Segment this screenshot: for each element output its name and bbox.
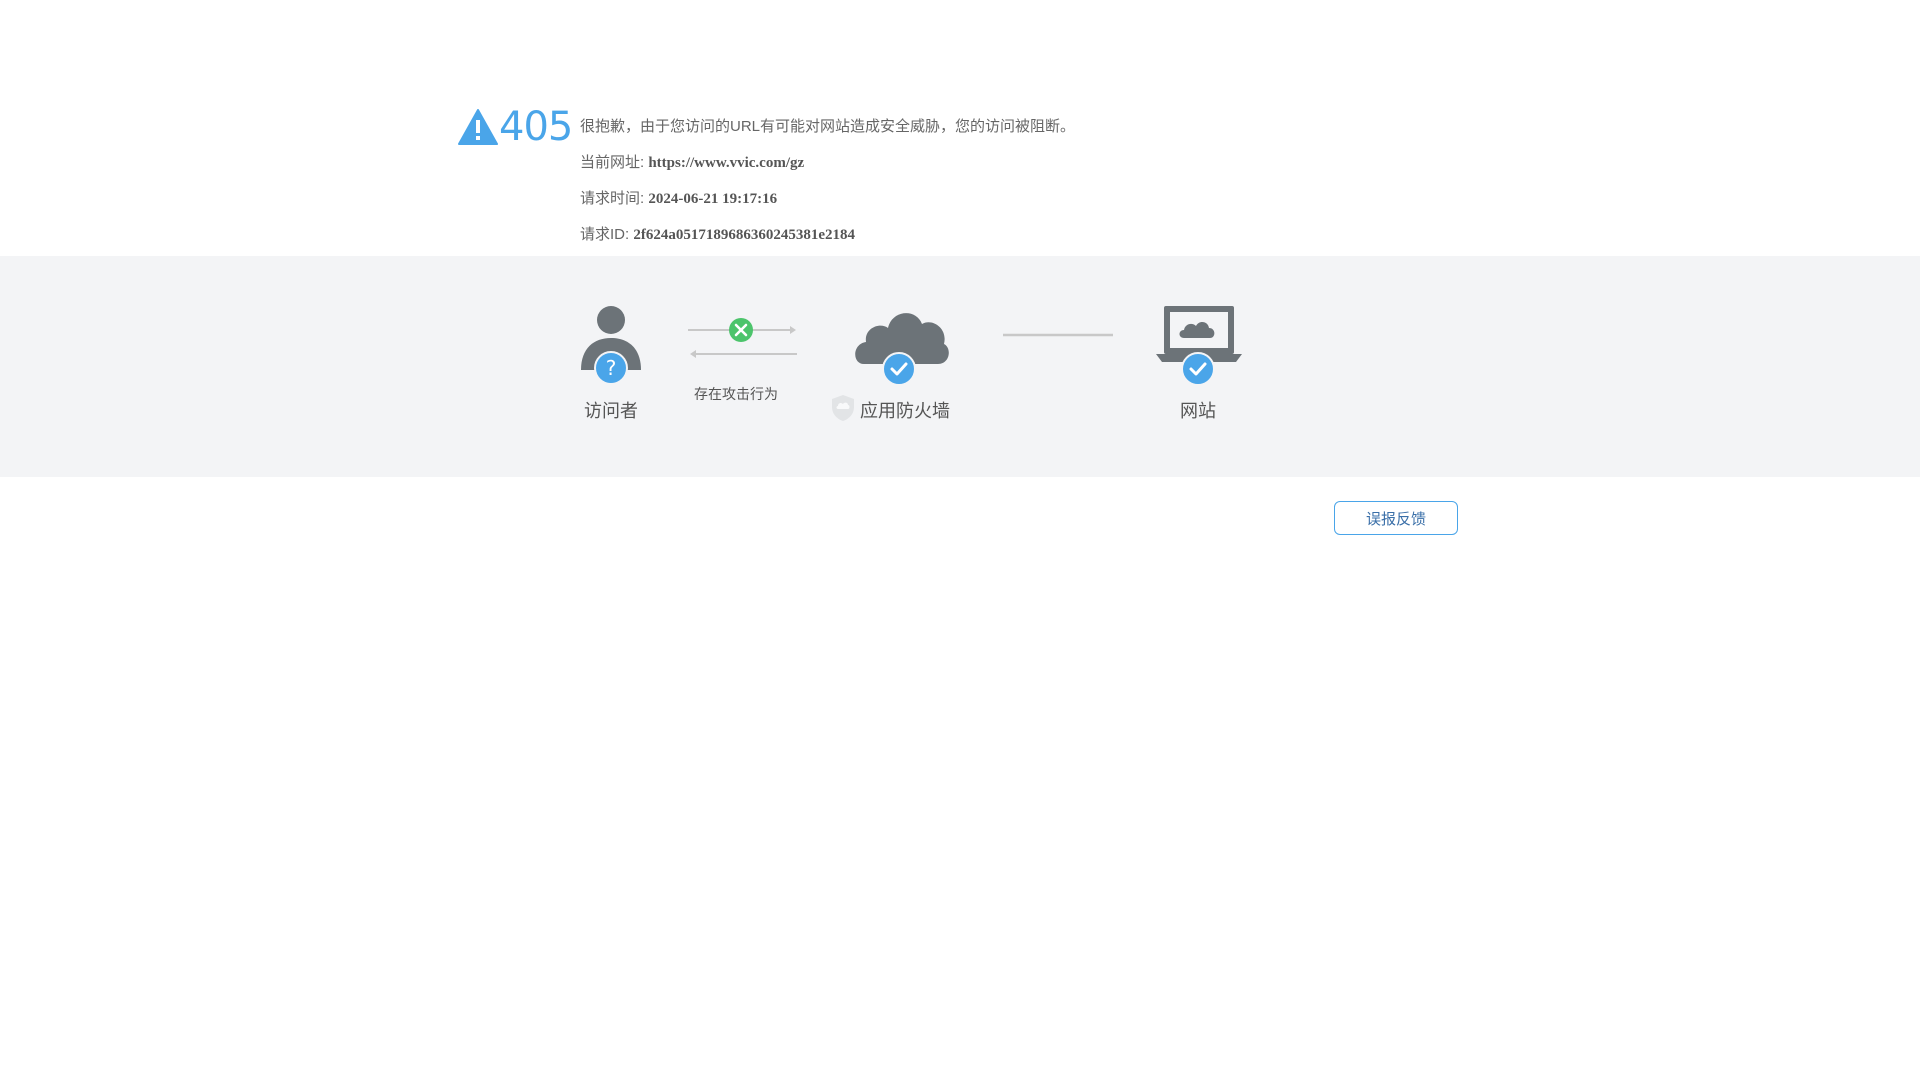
error-code: 405	[499, 104, 573, 150]
shield-icon	[832, 395, 854, 421]
request-id-value: 2f624a0517189686360245381e2184	[633, 227, 855, 243]
firewall-cloud-icon	[855, 313, 949, 386]
visitor-label: 访问者	[584, 401, 638, 421]
error-message: 很抱歉，由于您访问的URL有可能对网站造成安全威胁，您的访问被阻断。	[580, 118, 1076, 135]
request-flow-diagram: ? 访问者 存在攻击行为 应用防火墙 网站	[0, 256, 1920, 477]
error-header: 405 很抱歉，由于您访问的URL有可能对网站造成安全威胁，您的访问被阻断。 当…	[0, 0, 1920, 256]
connection-line	[1003, 333, 1113, 337]
website-label: 网站	[1180, 401, 1216, 421]
visitor-icon: ?	[581, 306, 641, 385]
svg-text:?: ?	[606, 356, 617, 380]
request-time-row: 请求时间: 2024-06-21 19:17:16	[580, 184, 1075, 220]
request-time-value: 2024-06-21 19:17:16	[648, 191, 778, 207]
current-url-row: 当前网址: https://www.vvic.com/gz	[580, 148, 1075, 184]
error-info: 很抱歉，由于您访问的URL有可能对网站造成安全威胁，您的访问被阻断。 当前网址:…	[580, 112, 1075, 256]
attack-label: 存在攻击行为	[694, 386, 778, 402]
current-url-value: https://www.vvic.com/gz	[648, 155, 805, 171]
false-positive-feedback-button[interactable]: 误报反馈	[1334, 501, 1458, 535]
request-id-label: 请求ID:	[580, 226, 630, 243]
warning-icon	[458, 109, 498, 145]
request-time-label: 请求时间:	[580, 190, 645, 207]
firewall-label: 应用防火墙	[860, 401, 950, 421]
current-url-label: 当前网址:	[580, 154, 645, 171]
request-id-row: 请求ID: 2f624a0517189686360245381e2184	[580, 220, 1075, 256]
website-laptop-icon	[1156, 306, 1242, 386]
blocked-connection-icon	[688, 318, 797, 358]
